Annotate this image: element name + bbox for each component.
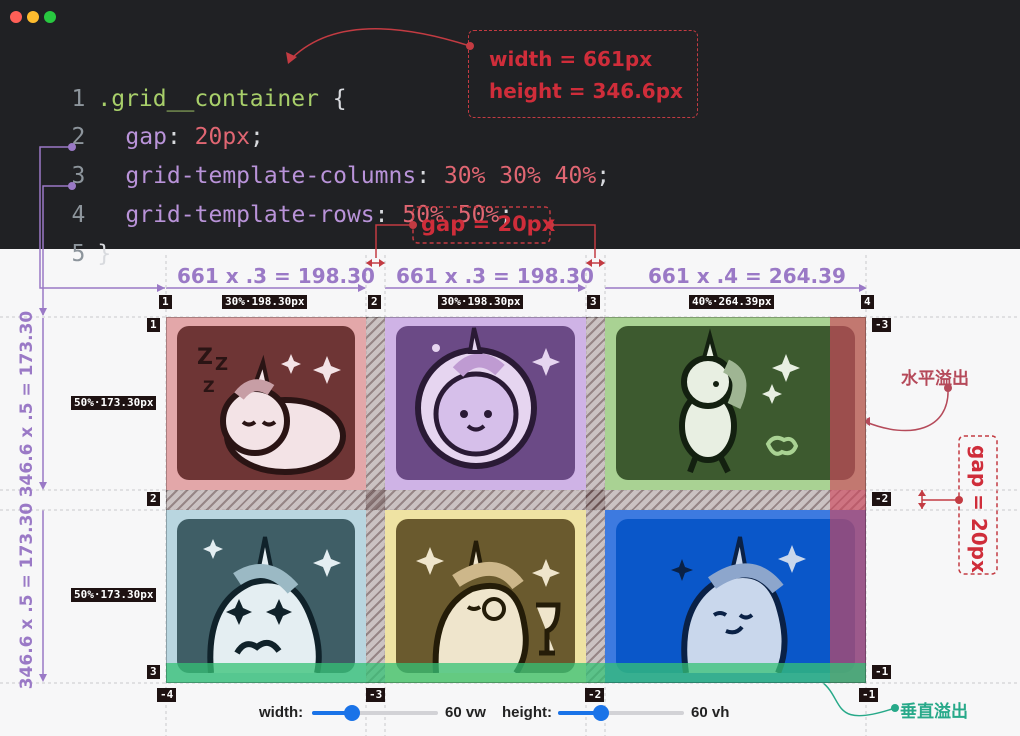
col-line-3-tag: 3 <box>587 295 600 309</box>
row-line-neg3-tag: -3 <box>872 318 892 332</box>
col-line-2-tag: 2 <box>368 295 381 309</box>
col-line-4-tag: 4 <box>861 295 874 309</box>
gap-annotation-right: gap = 20px <box>967 445 991 573</box>
row-1-calc: 346.6 x .5 = 173.30 <box>17 310 37 498</box>
grid-outline <box>166 317 866 683</box>
row-line-3-tag: 3 <box>147 665 160 679</box>
gap-annotation-top: gap = 20px <box>421 212 556 236</box>
height-slider-knob[interactable] <box>592 705 609 721</box>
width-control-label: width: <box>259 704 304 721</box>
row-line-1-tag: 1 <box>147 318 160 332</box>
col-line-neg2-tag: -2 <box>585 688 605 702</box>
horizontal-overflow-label: 水平溢出 <box>901 369 969 389</box>
col-line-neg4-tag: -4 <box>157 688 177 702</box>
row-line-neg1-tag: -1 <box>872 665 892 679</box>
height-slider[interactable] <box>558 705 684 721</box>
row-line-2-tag: 2 <box>147 492 160 506</box>
row-2-calc: 346.6 x .5 = 173.30 <box>17 502 37 690</box>
col-2-size-tag: 30%·198.30px <box>438 295 524 309</box>
vertical-overflow-label: 垂直溢出 <box>900 702 968 722</box>
height-value: 60 vh <box>691 704 730 721</box>
width-value: 60 vw <box>445 704 486 721</box>
col-line-neg3-tag: -3 <box>366 688 386 702</box>
column-2-calc: 661 x .3 = 198.30 <box>396 264 594 288</box>
col-3-size-tag: 40%·264.39px <box>689 295 775 309</box>
width-slider[interactable] <box>312 705 438 721</box>
row-1-size-tag: 50%·173.30px <box>71 396 157 410</box>
column-1-calc: 661 x .3 = 198.30 <box>177 264 375 288</box>
row-line-neg2-tag: -2 <box>872 492 892 506</box>
height-control-label: height: <box>502 704 552 721</box>
column-3-calc: 661 x .4 = 264.39 <box>648 264 846 288</box>
col-1-size-tag: 30%·198.30px <box>222 295 308 309</box>
row-2-size-tag: 50%·173.30px <box>71 588 157 602</box>
col-line-neg1-tag: -1 <box>859 688 879 702</box>
col-line-1-tag: 1 <box>159 295 172 309</box>
